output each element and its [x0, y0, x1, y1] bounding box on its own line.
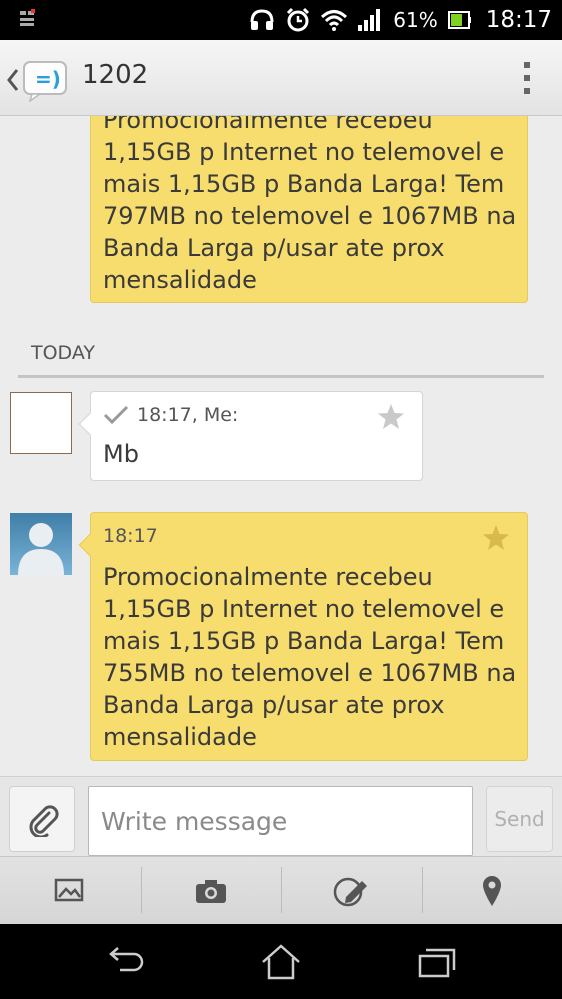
status-bar: 61% 18:17 — [0, 0, 562, 40]
star-icon[interactable] — [376, 402, 406, 432]
message-meta: 18:17, Me: — [137, 404, 239, 426]
location-icon — [482, 875, 501, 906]
action-bar: =) 1202 — [0, 40, 562, 116]
message-text: Promocionalmente recebeu 1,15GB p Intern… — [103, 116, 517, 294]
message-bubble-outgoing[interactable]: 18:17, Me: Mb — [78, 391, 423, 481]
attach-image-button[interactable] — [0, 857, 141, 924]
image-icon — [55, 878, 84, 901]
up-button[interactable]: =) — [4, 60, 74, 102]
message-meta: 18:17 — [103, 525, 158, 547]
avatar[interactable] — [10, 513, 72, 575]
battery-percent: 61% — [393, 8, 438, 32]
compose-bar: Send — [0, 776, 562, 856]
location-button[interactable] — [421, 857, 562, 924]
sketch-button[interactable] — [281, 857, 422, 924]
messaging-app-icon: =) — [23, 61, 67, 102]
message-text: Mb — [103, 440, 139, 468]
back-icon[interactable] — [102, 942, 148, 982]
paperclip-icon — [29, 805, 59, 837]
conversation-list[interactable]: Promocionalmente recebeu 1,15GB p Intern… — [0, 116, 562, 776]
avatar[interactable] — [10, 392, 72, 454]
take-photo-button[interactable] — [140, 857, 282, 924]
message-bubble-incoming[interactable]: Promocionalmente recebeu 1,15GB p Intern… — [90, 116, 528, 303]
camera-icon — [195, 879, 226, 903]
sketch-icon — [334, 877, 368, 906]
message-text: Promocionalmente recebeu 1,15GB p Intern… — [103, 563, 517, 751]
section-header-label: TODAY — [31, 342, 95, 364]
back-icon — [7, 69, 19, 91]
alarm-clock-icon — [287, 7, 310, 32]
clock: 18:17 — [485, 7, 552, 33]
contact-silhouette-icon — [18, 523, 64, 575]
date-section-header: TODAY — [18, 340, 544, 378]
wifi-icon — [321, 10, 348, 31]
message-input[interactable] — [88, 786, 473, 856]
svg-text:=): =) — [35, 67, 61, 91]
home-icon[interactable] — [258, 942, 304, 982]
headset-icon — [250, 9, 274, 30]
notification-icon — [20, 9, 35, 26]
attachment-toolbar — [0, 856, 562, 924]
conversation-title: 1202 — [82, 60, 149, 90]
recent-apps-icon[interactable] — [414, 942, 460, 982]
attach-button[interactable] — [9, 786, 75, 852]
sent-check-icon — [103, 405, 129, 425]
star-icon[interactable] — [481, 523, 511, 553]
battery-charging-icon — [447, 11, 471, 29]
navigation-bar — [0, 924, 562, 999]
message-bubble-incoming[interactable]: 18:17 Promocionalmente recebeu 1,15GB p … — [78, 512, 528, 761]
send-button[interactable]: Send — [486, 786, 553, 852]
signal-icon — [358, 9, 381, 31]
overflow-menu-icon[interactable] — [522, 60, 532, 96]
